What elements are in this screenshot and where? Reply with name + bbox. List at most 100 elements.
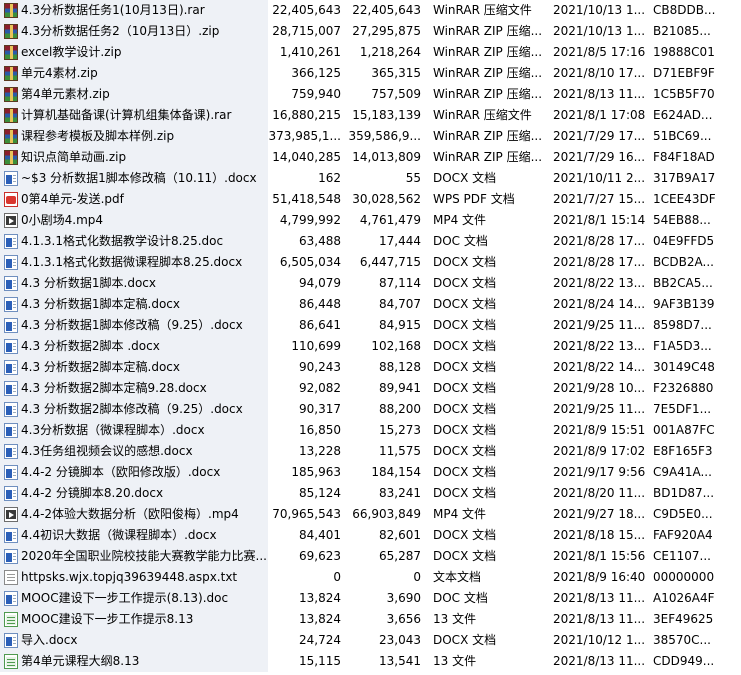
file-row[interactable]: 0小剧场4.mp4 4,799,992 4,761,479 MP4 文件 2021/8/… xyxy=(0,210,741,231)
file-name: 0第4单元-发送.pdf xyxy=(21,192,124,206)
file-row[interactable]: 4.3 分析数据2脚本 .docx 110,699 102,168 DOCX 文档 20… xyxy=(0,336,741,357)
name-cell[interactable]: 2020年全国职业院校技能大赛教学能力比赛... xyxy=(0,546,268,567)
word-doc-icon xyxy=(4,402,18,417)
name-cell[interactable]: 4.4-2 分镜脚本8.20.docx xyxy=(0,483,268,504)
name-cell[interactable]: excel教学设计.zip xyxy=(0,42,268,63)
word-doc-icon xyxy=(4,423,18,438)
name-cell[interactable]: 4.3分析数据（微课程脚本）.docx xyxy=(0,420,268,441)
name-cell[interactable]: 4.3 分析数据1脚本.docx xyxy=(0,273,268,294)
file-row[interactable]: excel教学设计.zip 1,410,261 1,218,264 WinRAR ZI… xyxy=(0,42,741,63)
file-row[interactable]: 第4单元课程大纲8.13 15,115 13,541 13 文件 2021/8/13 1… xyxy=(0,651,741,672)
name-cell[interactable]: 4.3 分析数据1脚本修改稿（9.25）.docx xyxy=(0,315,268,336)
name-cell[interactable]: MOOC建设下一步工作提示8.13 xyxy=(0,609,268,630)
file-name: 计算机基础备课(计算机组集体备课).rar xyxy=(21,108,232,122)
crc-value: 8598D7... xyxy=(653,318,712,332)
name-cell[interactable]: 4.4-2体验大数据分析（欧阳俊梅）.mp4 xyxy=(0,504,268,525)
file-type: WinRAR ZIP 压缩... xyxy=(433,150,543,164)
file-row[interactable]: 课程参考模板及脚本样例.zip 373,985,1... 359,586,9... W… xyxy=(0,126,741,147)
name-cell[interactable]: 4.3 分析数据1脚本定稿.docx xyxy=(0,294,268,315)
modified-date: 2021/8/1 15:56 xyxy=(553,549,646,563)
name-cell[interactable]: 4.1.3.1格式化数据教学设计8.25.doc xyxy=(0,231,268,252)
file-row[interactable]: 4.1.3.1格式化数据教学设计8.25.doc 63,488 17,444 DOC … xyxy=(0,231,741,252)
file-size: 22,405,643 xyxy=(272,3,341,17)
file-row[interactable]: ~$3 分析数据1脚本修改稿（10.11）.docx 162 55 DOCX 文档 20… xyxy=(0,168,741,189)
name-cell[interactable]: 导入.docx xyxy=(0,630,268,651)
file-row[interactable]: 4.4-2 分镜脚本8.20.docx 85,124 83,241 DOCX 文档 20… xyxy=(0,483,741,504)
file-type: 13 文件 xyxy=(433,654,477,668)
file-row[interactable]: 4.3 分析数据1脚本定稿.docx 86,448 84,707 DOCX 文档 202… xyxy=(0,294,741,315)
name-cell[interactable]: ~$3 分析数据1脚本修改稿（10.11）.docx xyxy=(0,168,268,189)
file-row[interactable]: 知识点简单动画.zip 14,040,285 14,013,809 WinRAR ZI… xyxy=(0,147,741,168)
file-row[interactable]: 单元4素材.zip 366,125 365,315 WinRAR ZIP 压缩... 2… xyxy=(0,63,741,84)
crc-value: BCDB2A... xyxy=(653,255,714,269)
file-row[interactable]: 4.1.3.1格式化数据微课程脚本8.25.docx 6,505,034 6,447… xyxy=(0,252,741,273)
file-row[interactable]: MOOC建设下一步工作提示(8.13).doc 13,824 3,690 DOC 文档… xyxy=(0,588,741,609)
file-row[interactable]: 计算机基础备课(计算机组集体备课).rar 16,880,215 15,183,13… xyxy=(0,105,741,126)
name-cell[interactable]: httpsks.wjx.topjq39639448.aspx.txt xyxy=(0,567,268,588)
file-row[interactable]: 0第4单元-发送.pdf 51,418,548 30,028,562 WPS PDF … xyxy=(0,189,741,210)
name-cell[interactable]: 4.1.3.1格式化数据微课程脚本8.25.docx xyxy=(0,252,268,273)
name-cell[interactable]: 4.3 分析数据2脚本定稿9.28.docx xyxy=(0,378,268,399)
file-row[interactable]: MOOC建设下一步工作提示8.13 13,824 3,656 13 文件 2021/8/… xyxy=(0,609,741,630)
file-name: 课程参考模板及脚本样例.zip xyxy=(21,129,175,143)
modified-date: 2021/8/9 15:51 xyxy=(553,423,646,437)
file-row[interactable]: 4.3 分析数据1脚本.docx 94,079 87,114 DOCX 文档 2021/… xyxy=(0,273,741,294)
name-cell[interactable]: 4.4-2 分镜脚本（欧阳修改版）.docx xyxy=(0,462,268,483)
file-row[interactable]: 4.3 分析数据1脚本修改稿（9.25）.docx 86,641 84,915 DOC… xyxy=(0,315,741,336)
name-cell[interactable]: 第4单元素材.zip xyxy=(0,84,268,105)
file-list: 4.3分析数据任务1(10月13日).rar 22,405,643 22,405,6… xyxy=(0,0,741,675)
file-row[interactable]: 4.3分析数据（微课程脚本）.docx 16,850 15,273 DOCX 文档 20… xyxy=(0,420,741,441)
file-row[interactable]: 4.4初识大数据（微课程脚本）.docx 84,401 82,601 DOCX 文档 2… xyxy=(0,525,741,546)
file-type: DOCX 文档 xyxy=(433,402,497,416)
file-row[interactable]: 第4单元素材.zip 759,940 757,509 WinRAR ZIP 压缩...… xyxy=(0,84,741,105)
packed-size: 89,941 xyxy=(379,381,421,395)
file-size: 24,724 xyxy=(299,633,341,647)
modified-date: 2021/8/1 15:14 xyxy=(553,213,646,227)
name-cell[interactable]: 0小剧场4.mp4 xyxy=(0,210,268,231)
name-cell[interactable]: 4.3任务组视频会议的感想.docx xyxy=(0,441,268,462)
name-cell[interactable]: MOOC建设下一步工作提示(8.13).doc xyxy=(0,588,268,609)
name-cell[interactable]: 4.4初识大数据（微课程脚本）.docx xyxy=(0,525,268,546)
name-cell[interactable]: 4.3分析数据任务2（10月13日）.zip xyxy=(0,21,268,42)
word-doc-icon xyxy=(4,549,18,564)
file-row[interactable]: 4.3分析数据任务1(10月13日).rar 22,405,643 22,405,6… xyxy=(0,0,741,21)
file-row[interactable]: 4.3 分析数据2脚本定稿.docx 90,243 88,128 DOCX 文档 202… xyxy=(0,357,741,378)
file-row[interactable]: 4.4-2体验大数据分析（欧阳俊梅）.mp4 70,965,543 66,903,8… xyxy=(0,504,741,525)
name-cell[interactable]: 4.3分析数据任务1(10月13日).rar xyxy=(0,0,268,21)
file-row[interactable]: 2020年全国职业院校技能大赛教学能力比赛... 69,623 65,287 DOCX… xyxy=(0,546,741,567)
name-cell[interactable]: 课程参考模板及脚本样例.zip xyxy=(0,126,268,147)
name-cell[interactable]: 4.3 分析数据2脚本修改稿（9.25）.docx xyxy=(0,399,268,420)
modified-date: 2021/8/24 14... xyxy=(553,297,646,311)
file-name: excel教学设计.zip xyxy=(21,45,122,59)
file-size: 63,488 xyxy=(299,234,341,248)
name-cell[interactable]: 单元4素材.zip xyxy=(0,63,268,84)
name-cell[interactable]: 计算机基础备课(计算机组集体备课).rar xyxy=(0,105,268,126)
file-row[interactable]: 导入.docx 24,724 23,043 DOCX 文档 2021/10/12 1..… xyxy=(0,630,741,651)
rar-icon xyxy=(4,108,18,123)
file-row[interactable]: httpsks.wjx.topjq39639448.aspx.txt 0 0 文本文档… xyxy=(0,567,741,588)
name-cell[interactable]: 0第4单元-发送.pdf xyxy=(0,189,268,210)
name-cell[interactable]: 4.3 分析数据2脚本 .docx xyxy=(0,336,268,357)
file-row[interactable]: 4.3 分析数据2脚本定稿9.28.docx 92,082 89,941 DOCX 文… xyxy=(0,378,741,399)
name-cell[interactable]: 4.3 分析数据2脚本定稿.docx xyxy=(0,357,268,378)
name-cell[interactable]: 知识点简单动画.zip xyxy=(0,147,268,168)
file-type: DOCX 文档 xyxy=(433,549,497,563)
rar-icon xyxy=(4,66,18,81)
file-name: 4.3任务组视频会议的感想.docx xyxy=(21,444,193,458)
file-name: 知识点简单动画.zip xyxy=(21,150,127,164)
file-row[interactable]: 4.4-2 分镜脚本（欧阳修改版）.docx 185,963 184,154 DOCX… xyxy=(0,462,741,483)
file-name: 4.1.3.1格式化数据教学设计8.25.doc xyxy=(21,234,224,248)
file-type: MP4 文件 xyxy=(433,507,487,521)
file-name: 导入.docx xyxy=(21,633,78,647)
file-row[interactable]: 4.3分析数据任务2（10月13日）.zip 28,715,007 27,295,8… xyxy=(0,21,741,42)
file-size: 13,824 xyxy=(299,591,341,605)
name-cell[interactable]: 第4单元课程大纲8.13 xyxy=(0,651,268,672)
file-name: 4.3分析数据任务2（10月13日）.zip xyxy=(21,24,220,38)
crc-value: 51BC69... xyxy=(653,129,712,143)
crc-value: 19888C01 xyxy=(653,45,715,59)
generic-file-icon xyxy=(4,654,18,669)
modified-date: 2021/8/5 17:16 xyxy=(553,45,646,59)
file-row[interactable]: 4.3任务组视频会议的感想.docx 13,228 11,575 DOCX 文档 202… xyxy=(0,441,741,462)
file-size: 6,505,034 xyxy=(279,255,341,269)
file-row[interactable]: 4.3 分析数据2脚本修改稿（9.25）.docx 90,317 88,200 DOC… xyxy=(0,399,741,420)
